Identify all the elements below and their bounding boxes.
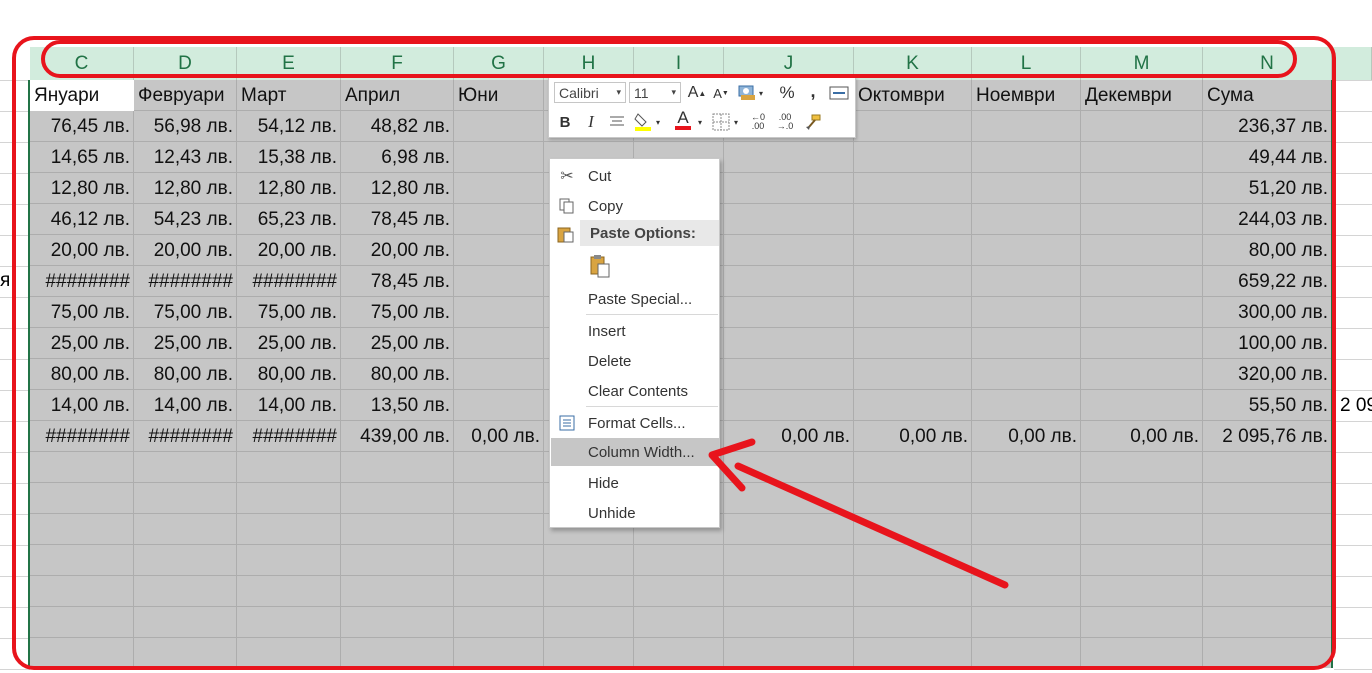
row-gridline [1334, 80, 1372, 81]
row-gridline [1334, 545, 1372, 546]
row-gridline [1334, 638, 1372, 639]
row-gridline [1334, 235, 1372, 236]
row-gridline [1334, 514, 1372, 515]
top-strip [0, 0, 1372, 36]
row-gridline [1334, 576, 1372, 577]
row-gridline [1334, 483, 1372, 484]
column-header-overflow [1332, 47, 1372, 80]
row-gridline [1334, 142, 1372, 143]
row-gridline [1334, 328, 1372, 329]
annotation-outline-selection [12, 36, 1336, 670]
row-gridline [0, 669, 30, 670]
row-gridline [1334, 204, 1372, 205]
row-gridline [1334, 669, 1372, 670]
row-gridline [1334, 111, 1372, 112]
row-gridline [1334, 266, 1372, 267]
row-gridline [1334, 421, 1372, 422]
row-gridline [1334, 607, 1372, 608]
row-gridline [1334, 390, 1372, 391]
right-cell-fragment: 2 09 [1340, 395, 1372, 416]
row-gridline [1334, 452, 1372, 453]
row-gridline [1334, 297, 1372, 298]
row-gridline [1334, 173, 1372, 174]
row-gridline [1334, 359, 1372, 360]
left-cell-fragment: я [0, 270, 11, 291]
annotation-outline-column-headers [41, 40, 1297, 78]
